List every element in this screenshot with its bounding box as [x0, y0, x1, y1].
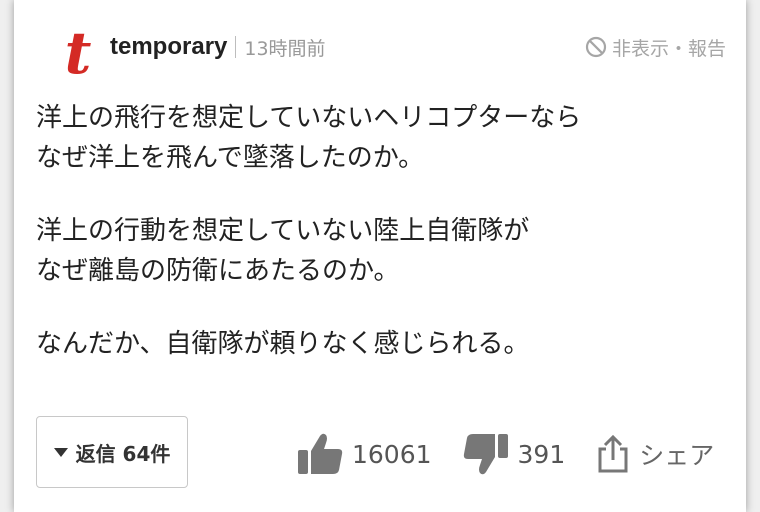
dislike-count: 391 — [517, 439, 566, 469]
comment-paragraph: なんだか、自衛隊が頼りなく感じられる。 — [36, 329, 530, 359]
timestamp: 13時間前 — [244, 37, 326, 60]
share-label: シェア — [639, 441, 715, 470]
share-icon — [598, 434, 628, 473]
username[interactable]: temporary — [110, 33, 227, 61]
like-count: 16061 — [352, 439, 432, 469]
header-divider — [235, 36, 237, 58]
comment-paragraph: 洋上の行動を想定していない陸上自衛隊が なぜ離島の防衛にあたるのか。 — [36, 216, 530, 286]
comment-body: 洋上の飛行を想定していないヘリコプターなら なぜ洋上を飛んで墜落したのか。 洋上… — [36, 98, 726, 397]
dislike-button[interactable]: 391 — [462, 432, 566, 476]
avatar[interactable]: t — [50, 22, 106, 84]
replies-button[interactable]: 返信 64件 — [36, 416, 188, 488]
triangle-down-icon — [53, 447, 68, 457]
hide-report-button[interactable]: 非表示・報告 — [585, 30, 726, 64]
like-button[interactable]: 16061 — [296, 432, 432, 476]
thumbs-up-icon — [298, 433, 343, 474]
replies-label: 返信 64件 — [75, 441, 171, 466]
reaction-bar: 16061 391 シェア — [296, 430, 714, 478]
comment-card: t temporary 13時間前 非表示・報告 洋上の飛行を想定していないヘリ… — [14, 0, 746, 512]
comment-paragraph: 洋上の飛行を想定していないヘリコプターなら なぜ洋上を飛んで墜落したのか。 — [36, 103, 582, 173]
thumbs-down-icon — [463, 434, 508, 475]
hide-report-label: 非表示・報告 — [611, 37, 726, 60]
comment-header: temporary 13時間前 — [110, 30, 326, 64]
prohibited-icon — [585, 36, 607, 58]
share-button[interactable]: シェア — [595, 434, 714, 474]
